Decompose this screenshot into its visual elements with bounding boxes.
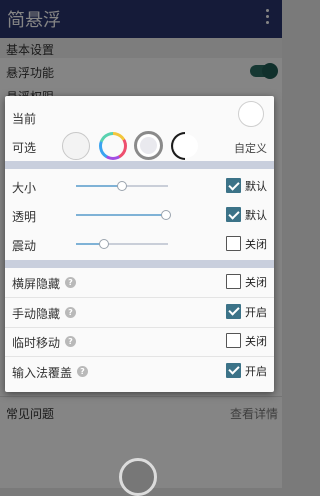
slider-fill bbox=[76, 185, 122, 187]
checkbox-label: 关闭 bbox=[245, 238, 267, 251]
slider-label: 透明 bbox=[12, 210, 37, 224]
help-icon[interactable]: ? bbox=[65, 306, 76, 318]
floating-ball-icon[interactable] bbox=[119, 458, 157, 496]
option-checkbox[interactable] bbox=[226, 362, 241, 378]
default-checkbox[interactable] bbox=[226, 207, 241, 222]
style-option-ring[interactable] bbox=[134, 131, 163, 160]
style-option-half-dark[interactable] bbox=[171, 132, 199, 160]
checkbox-label: 关闭 bbox=[245, 335, 267, 348]
help-icon[interactable]: ? bbox=[65, 277, 76, 288]
slider-row: 大小 默认 bbox=[5, 172, 274, 201]
checkbox-label: 默认 bbox=[245, 209, 267, 222]
option-checkbox[interactable] bbox=[226, 303, 241, 319]
slider-track[interactable] bbox=[76, 210, 172, 220]
style-option-rainbow[interactable] bbox=[99, 132, 127, 160]
slider-label: 震动 bbox=[12, 239, 37, 253]
option-label: 横屏隐藏 bbox=[12, 277, 61, 291]
option-label: 手动隐藏 bbox=[12, 306, 61, 321]
slider-fill bbox=[76, 214, 167, 216]
slider-row: 透明 默认 bbox=[5, 201, 274, 230]
slider-label: 大小 bbox=[12, 181, 37, 195]
current-label: 当前 bbox=[12, 112, 37, 126]
slider-row: 震动 关闭 bbox=[5, 230, 274, 259]
checkbox-label: 默认 bbox=[245, 180, 267, 193]
current-row: 当前 bbox=[5, 96, 274, 132]
option-checkbox[interactable] bbox=[226, 274, 241, 289]
option-label: 临时移动 bbox=[12, 336, 61, 350]
float-settings-dialog: 当前 可选 自定义 大小 默认 透明 默认 震动 关闭 横屏隐藏? 关闭 手动隐藏? 开启 临时移… bbox=[5, 96, 274, 392]
current-style-preview bbox=[238, 101, 264, 127]
slider-thumb[interactable] bbox=[161, 210, 172, 220]
option-row: 临时移动? 关闭 bbox=[5, 327, 274, 357]
section-separator bbox=[5, 260, 274, 268]
slider-track[interactable] bbox=[76, 239, 168, 249]
optional-label: 可选 bbox=[12, 141, 37, 155]
style-option-plain[interactable] bbox=[62, 132, 90, 160]
option-row: 手动隐藏? 开启 bbox=[5, 298, 274, 328]
option-label: 输入法覆盖 bbox=[12, 365, 73, 380]
default-checkbox[interactable] bbox=[226, 178, 241, 193]
option-row: 横屏隐藏? 关闭 bbox=[5, 268, 274, 298]
default-checkbox[interactable] bbox=[226, 236, 241, 251]
help-icon[interactable]: ? bbox=[65, 336, 76, 347]
section-separator bbox=[5, 161, 274, 169]
custom-style-link[interactable]: 自定义 bbox=[234, 140, 267, 156]
checkbox-label: 关闭 bbox=[245, 276, 267, 289]
checkbox-label: 开启 bbox=[245, 364, 267, 378]
slider-thumb[interactable] bbox=[117, 181, 127, 191]
checkbox-label: 开启 bbox=[245, 305, 267, 319]
slider-thumb[interactable] bbox=[98, 239, 109, 249]
slider-track[interactable] bbox=[76, 181, 168, 191]
option-checkbox[interactable] bbox=[226, 333, 241, 348]
option-row: 输入法覆盖? 开启 bbox=[5, 357, 274, 386]
help-icon[interactable]: ? bbox=[77, 365, 88, 377]
